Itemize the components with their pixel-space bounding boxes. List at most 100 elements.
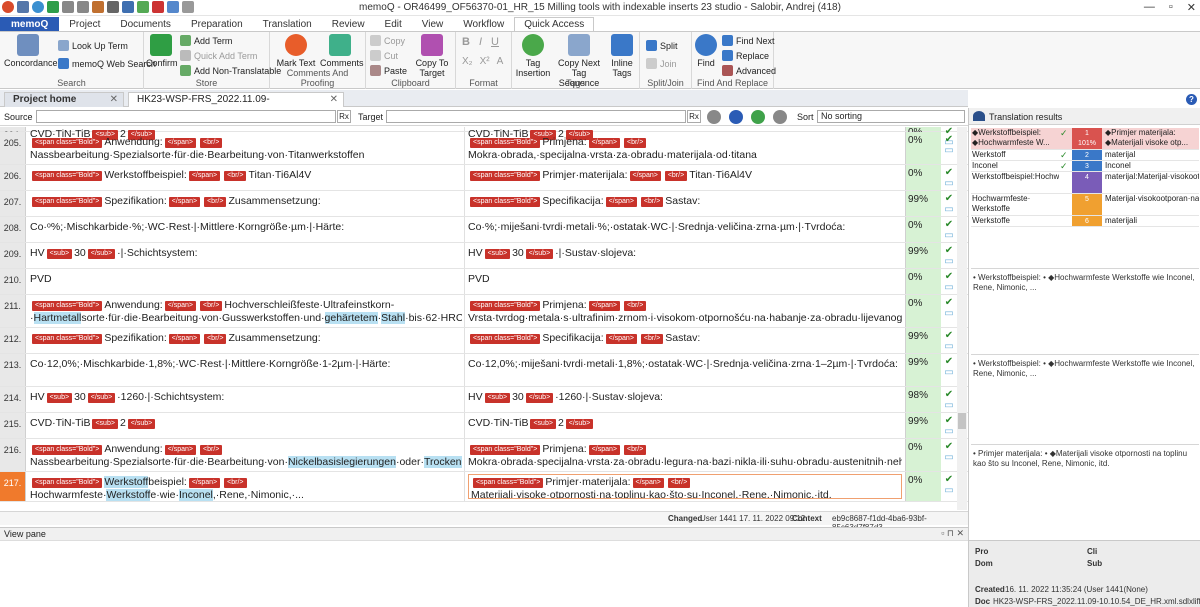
inline-tag[interactable]: <br/> [224,478,247,488]
inline-tag[interactable]: <br/> [624,445,647,455]
target-cell[interactable]: PVD [468,273,902,286]
inline-tag[interactable]: <br/> [204,197,227,207]
target-filter-input[interactable] [386,110,686,123]
clear-format-button[interactable]: A [497,56,504,67]
mark-text-button[interactable]: Mark Text [276,34,316,68]
add-non-translatable-button[interactable]: Add Non-Translatable [180,65,281,76]
comment-icon[interactable]: ▭ [943,230,955,241]
inline-tag[interactable]: <span class="Bold"> [32,478,103,488]
tag-insertion-button[interactable]: Tag Insertion [514,34,552,78]
inline-tag[interactable]: <sub> [530,419,556,429]
target-cell[interactable]: <span class="Bold"> Specifikacija: </span>… [468,332,902,345]
filter-add-icon[interactable] [751,110,765,124]
segment-row[interactable]: 214. HV <sub> 30 </sub> ·1260·|·Schichtsystem… [0,387,968,413]
comment-icon[interactable]: ▭ [943,145,955,156]
split-button[interactable]: Split [646,40,678,51]
tab-preparation[interactable]: Preparation [181,17,253,31]
inline-tag[interactable]: <br/> [640,197,664,207]
inline-tag[interactable]: <br/> [664,171,688,181]
tab-documents[interactable]: Documents [110,17,181,31]
filter-zoom-icon[interactable] [773,110,787,124]
maximize-button[interactable]: ▫ [1169,1,1173,14]
underline-button[interactable]: U [491,36,499,48]
inline-tag[interactable]: <sub> [46,393,73,403]
inline-tag[interactable]: <span class="Bold"> [470,197,541,207]
tab-edit[interactable]: Edit [375,17,412,31]
comment-icon[interactable]: ▭ [943,400,955,411]
target-cell[interactable]: CVD·TiN-TiB <sub> 2 </sub> [468,417,902,430]
paste-button[interactable]: Paste [370,65,407,76]
comment-icon[interactable]: ▭ [943,204,955,215]
close-tab-icon[interactable]: ✕ [110,93,118,107]
filter-search-icon[interactable] [707,110,721,124]
inline-tag[interactable]: <br/> [640,334,664,344]
filter-settings-icon[interactable] [729,110,743,124]
inline-tag[interactable]: </sub> [87,249,116,259]
inline-tag[interactable]: <span class="Bold"> [470,334,541,344]
segment-row[interactable]: 216. <span class="Bold"> Anwendung: </span>… [0,439,968,472]
inline-tag[interactable]: </sub> [565,419,594,429]
tab-review[interactable]: Review [322,17,375,31]
add-term-button[interactable]: Add Term [180,35,232,46]
segment-row[interactable]: 213. Co·12,0%;·Mischkarbide·1,8%;·WC·Rest… [0,354,968,387]
inline-tag[interactable]: </span> [605,334,637,344]
inline-tag[interactable]: <span class="Bold"> [32,171,103,181]
inline-tags-button[interactable]: Inline Tags [606,34,638,78]
inline-tag[interactable]: </sub> [525,249,554,259]
view-pane-controls[interactable]: ▫ ⊓ ✕ [941,528,964,539]
minimize-button[interactable]: — [1144,1,1155,14]
inline-tag[interactable]: </span> [629,171,661,181]
segment-row[interactable]: 215. CVD·TiN-TiB <sub> 2 </sub> CVD·TiN-TiB <s… [0,413,968,439]
inline-tag[interactable]: <sub> [46,249,73,259]
cut-button[interactable]: Cut [370,50,398,61]
italic-button[interactable]: I [479,36,482,48]
find-button[interactable]: Find [694,34,718,68]
tr-result-row[interactable]: ◆Werkstoffbeispiel: ◆Hochwarmfeste W... ✓… [971,128,1199,150]
target-cell[interactable]: Co·%;·miješani·tvrdi·metali·%;·ostatak·W… [468,221,902,234]
segment-row[interactable]: 206. <span class="Bold"> Werkstoffbeispiel… [0,165,968,191]
source-filter-input[interactable] [36,110,336,123]
find-next-button[interactable]: Find Next [722,35,775,46]
copy-button[interactable]: Copy [370,35,405,46]
concordance-button[interactable]: Concordance [4,34,58,68]
inline-tag[interactable]: <br/> [667,478,691,488]
target-cell[interactable]: HV <sub> 30 </sub> ·1260·|·Sustav·slojeva: [468,391,902,404]
inline-tag[interactable]: <span class="Bold"> [470,301,541,311]
comment-icon[interactable]: ▭ [943,282,955,293]
comment-icon[interactable]: ▭ [943,308,955,319]
tr-result-row[interactable]: Werkstoffbeispiel:Hochwarmfeste·Werkstof… [971,172,1199,194]
subscript-button[interactable]: X₂ [462,56,473,67]
inline-tag[interactable]: </span> [168,334,201,344]
inline-tag[interactable]: <span class="Bold"> [473,478,544,488]
inline-tag[interactable]: <br/> [200,445,223,455]
tr-result-row[interactable]: Werkstoffe 6 materijali [971,216,1199,227]
inline-tag[interactable]: <span class="Bold"> [32,301,103,311]
inline-tag[interactable]: <span class="Bold"> [470,171,541,181]
comment-icon[interactable]: ▭ [943,485,955,496]
segment-row[interactable]: 210. PVD PVD 0% ✔ ▭ [0,269,968,295]
inline-tag[interactable]: <span class="Bold"> [470,138,541,148]
tab-memoq[interactable]: memoQ [0,17,60,31]
comment-icon[interactable]: ▭ [943,452,955,463]
inline-tag[interactable]: <span class="Bold"> [32,445,103,455]
comments-button[interactable]: Comments [320,34,364,68]
inline-tag[interactable]: </sub> [525,393,554,403]
inline-tag[interactable]: <span class="Bold"> [470,445,541,455]
target-cell[interactable]: <span class="Bold"> Primjer·materijala: </… [468,169,902,182]
tab-project-home[interactable]: Project home ✕ [4,92,124,107]
look-up-term-button[interactable]: Look Up Term [58,40,128,51]
segment-row[interactable]: 217. <span class="Bold"> Werkstoffbeispiel… [0,472,968,502]
segment-row[interactable]: 209. HV <sub> 30 </sub> ·|·Schichtsystem: HV <s… [0,243,968,269]
tab-view[interactable]: View [412,17,454,31]
segment-row[interactable]: 211. <span class="Bold"> Anwendung: </span>… [0,295,968,328]
web-search-button[interactable]: memoQ Web Search [58,58,156,69]
tr-result-row[interactable]: Werkstoff ✓ 2 materijal [971,150,1199,161]
tab-quick-access[interactable]: Quick Access [514,17,595,31]
target-cell[interactable]: <span class="Bold"> Primjer·materijala: </… [468,474,902,499]
comment-icon[interactable]: ▭ [943,256,955,267]
inline-tag[interactable]: </sub> [127,419,156,429]
target-cell[interactable]: <span class="Bold"> Primjena: </span> <br/>… [468,443,902,469]
inline-tag[interactable]: </span> [168,197,201,207]
inline-tag[interactable]: </span> [605,197,637,207]
inline-tag[interactable]: <sub> [92,419,118,429]
